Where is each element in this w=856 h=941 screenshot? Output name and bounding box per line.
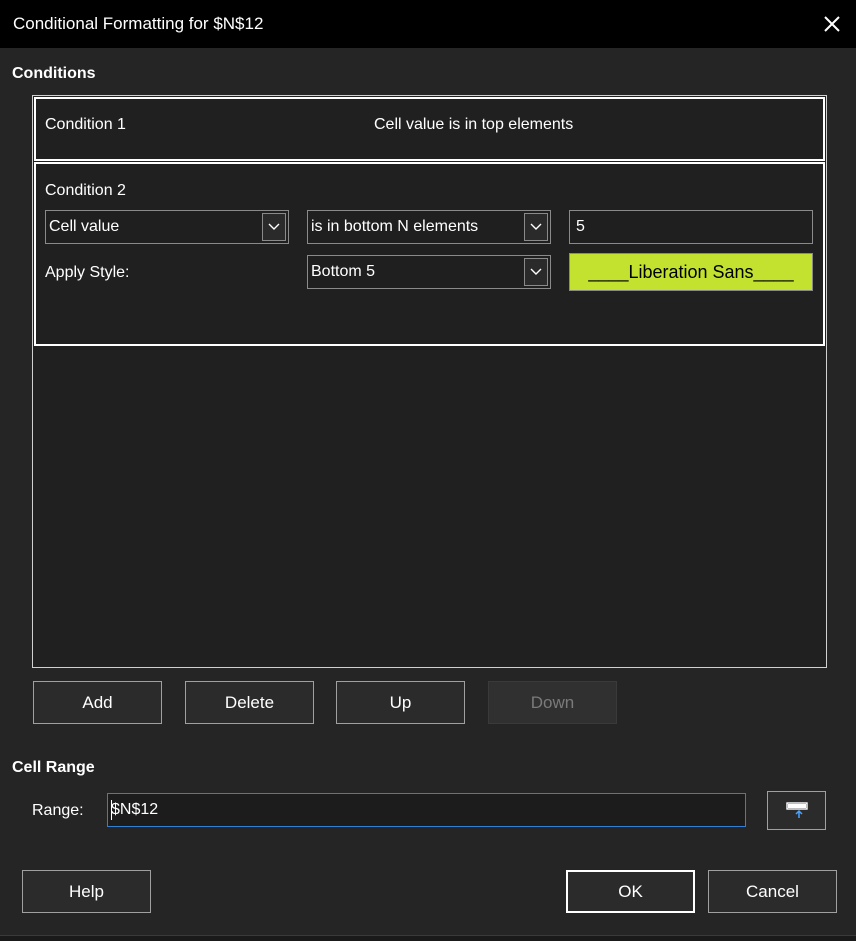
close-button[interactable]: [818, 10, 846, 38]
apply-style-value: Bottom 5: [311, 263, 376, 280]
chevron-down-icon: [530, 268, 542, 275]
range-value: $N$12: [111, 801, 159, 818]
range-label: Range:: [32, 802, 84, 819]
delete-button-label: Delete: [224, 692, 275, 712]
cancel-button[interactable]: Cancel: [708, 870, 837, 913]
window-title: Conditional Formatting for $N$12: [13, 14, 264, 33]
close-icon: [824, 16, 840, 32]
chevron-down-icon: [530, 223, 542, 230]
dropdown-button[interactable]: [524, 213, 548, 241]
condition-1-entry[interactable]: Condition 1 Cell value is in top element…: [34, 97, 825, 161]
title-bar: Conditional Formatting for $N$12: [0, 0, 856, 48]
cancel-button-label: Cancel: [746, 881, 799, 901]
help-button-label: Help: [69, 881, 104, 901]
apply-style-label: Apply Style:: [45, 264, 130, 281]
delete-button[interactable]: Delete: [185, 681, 314, 724]
shrink-button[interactable]: [767, 791, 826, 830]
conditions-list[interactable]: Condition 1 Cell value is in top element…: [32, 95, 827, 668]
help-button[interactable]: Help: [22, 870, 151, 913]
operator-value: is in bottom N elements: [311, 218, 479, 235]
condition-value-input[interactable]: 5: [569, 210, 813, 244]
background-strip: [0, 935, 856, 941]
condition-value-text: 5: [576, 218, 585, 235]
up-button-label: Up: [389, 692, 412, 712]
condition-type-select[interactable]: Cell value: [45, 210, 289, 244]
condition-1-label: Condition 1: [45, 116, 126, 133]
range-input[interactable]: $N$12: [107, 793, 746, 827]
add-button-label: Add: [82, 692, 113, 712]
shrink-icon: [785, 801, 808, 818]
down-button: Down: [488, 681, 617, 724]
operator-select[interactable]: is in bottom N elements: [307, 210, 551, 244]
condition-1-summary: Cell value is in top elements: [374, 116, 574, 133]
ok-button[interactable]: OK: [566, 870, 695, 913]
add-button[interactable]: Add: [33, 681, 162, 724]
apply-style-select[interactable]: Bottom 5: [307, 255, 551, 289]
chevron-down-icon: [268, 223, 280, 230]
down-button-label: Down: [530, 692, 575, 712]
cell-range-heading: Cell Range: [12, 759, 95, 776]
dropdown-button[interactable]: [262, 213, 286, 241]
dropdown-button[interactable]: [524, 258, 548, 286]
condition-2-label: Condition 2: [45, 182, 126, 199]
condition-2-entry[interactable]: Condition 2 Cell value is in bottom N el…: [34, 162, 825, 346]
ok-button-label: OK: [618, 881, 643, 901]
text-caret: [111, 800, 112, 820]
condition-type-value: Cell value: [49, 218, 120, 235]
up-button[interactable]: Up: [336, 681, 465, 724]
style-preview: ____Liberation Sans____: [569, 253, 813, 291]
conditions-heading: Conditions: [12, 65, 96, 82]
